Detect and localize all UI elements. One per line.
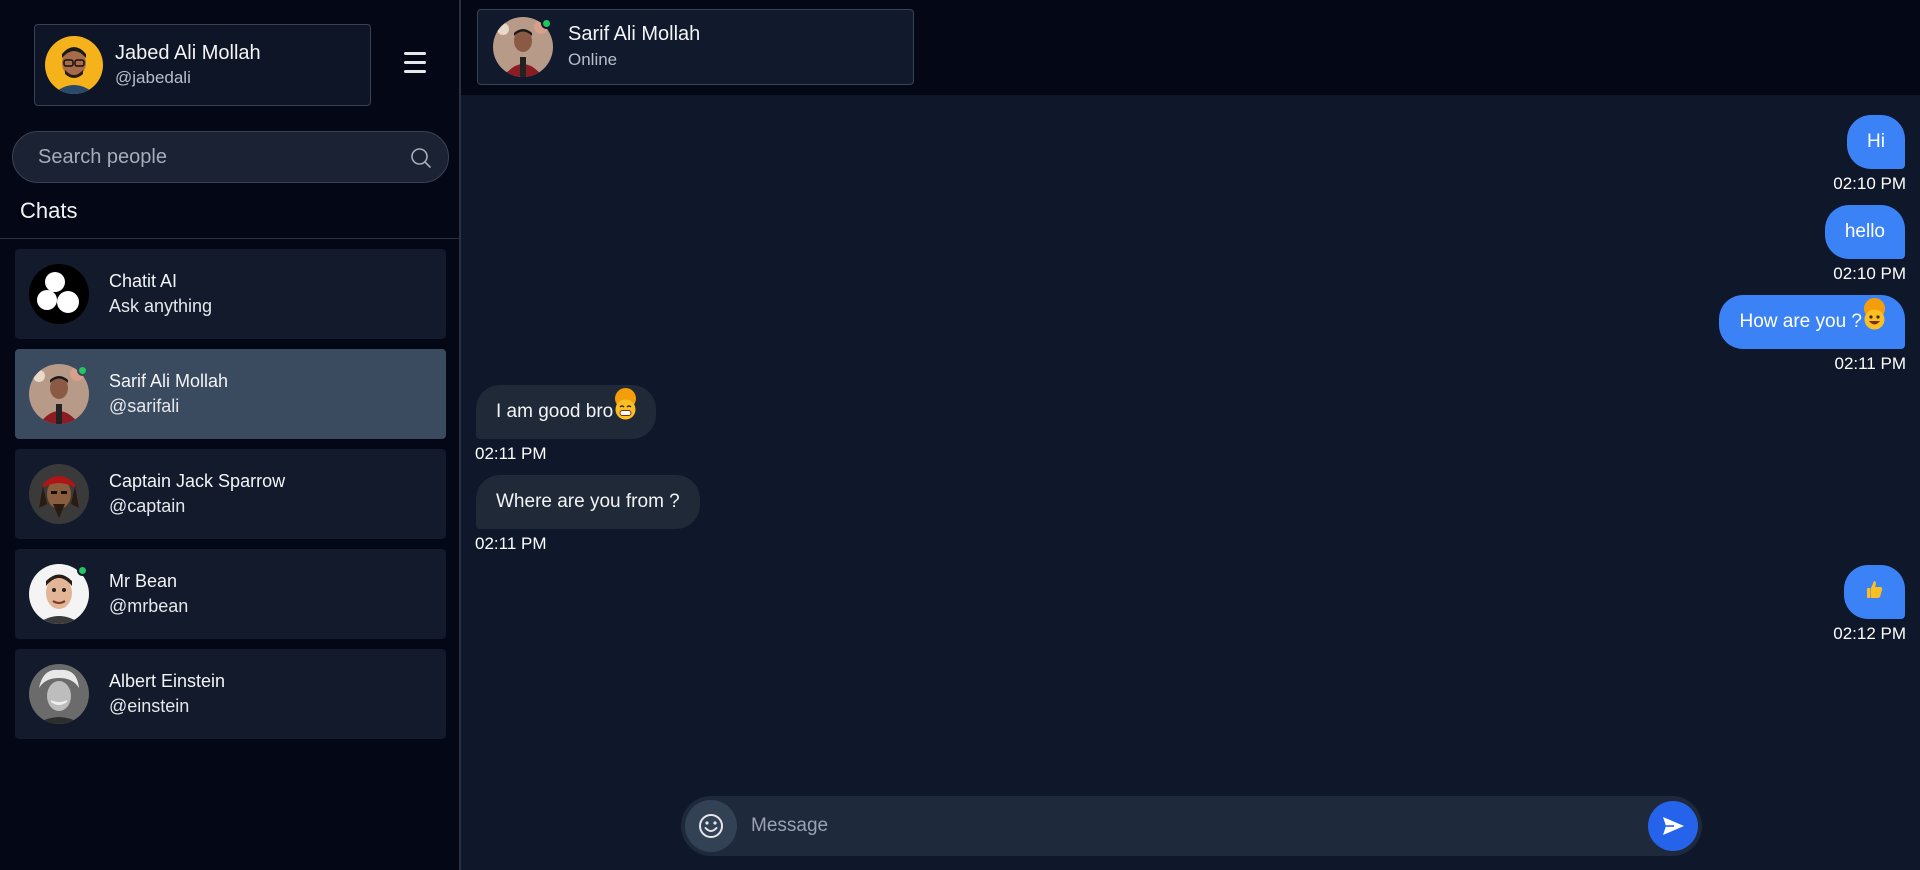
chat-subtitle: @mrbean [109,596,189,616]
grin-face-emoji-icon [615,388,637,420]
search-input[interactable] [38,145,398,169]
chat-name: Chatit AI [109,271,178,291]
online-indicator [541,18,552,29]
message-time: 02:12 PM [1833,624,1906,643]
search-bar [12,131,449,183]
message-outgoing: 02:12 PM [1833,565,1906,645]
user-profile-card[interactable]: Jabed Ali Mollah @jabedali [34,24,371,106]
message-bubble[interactable]: I am good bro [476,385,657,439]
chat-subtitle: @sarifali [109,396,180,416]
grinning-face-emoji-icon [1864,298,1885,330]
chat-name: Captain Jack Sparrow [109,471,286,491]
message-time: 02:11 PM [1834,354,1906,373]
send-icon[interactable] [1648,801,1698,851]
message-bubble[interactable]: How are you ? [1719,295,1905,349]
chat-name: Albert Einstein [109,671,226,691]
conversation-header: Sarif Ali Mollah Online [461,0,1920,95]
hamburger-menu-icon[interactable] [402,52,428,74]
message-outgoing: hello 02:10 PM [1824,205,1906,285]
message-bubble[interactable]: Where are you from ? [476,475,700,529]
thumbs-up-emoji-icon [1864,568,1885,622]
chat-item-sarif-ali-mollah[interactable]: Sarif Ali Mollah @sarifali [15,349,446,439]
chat-subtitle: @einstein [109,696,190,716]
contact-name: Sarif Ali Mollah [568,23,701,45]
chat-item-captain-jack-sparrow[interactable]: Captain Jack Sparrow @captain [15,449,446,539]
message-time: 02:11 PM [475,444,547,463]
message-time: 02:10 PM [1833,174,1906,193]
conversation-panel: Sarif Ali Mollah Online Hi 02:10 PM hell… [461,0,1920,870]
chats-heading: Chats [20,198,78,223]
user-name: Jabed Ali Mollah [115,42,261,64]
chat-item-mr-bean[interactable]: Mr Bean @mrbean [15,549,446,639]
message-composer [681,796,1702,856]
chat-subtitle: Ask anything [109,296,213,316]
online-indicator [77,365,88,376]
contact-card[interactable]: Sarif Ali Mollah Online [477,9,914,85]
message-outgoing: How are you ? 02:11 PM [1719,295,1906,375]
chat-item-chatit-ai[interactable]: Chatit AI Ask anything [15,249,446,339]
chat-list: Chatit AI Ask anything Sarif Ali Mollah … [15,249,446,749]
user-handle: @jabedali [115,68,191,87]
chat-subtitle: @captain [109,496,186,516]
avatar [29,664,89,724]
sidebar: Jabed Ali Mollah @jabedali Chats [0,0,461,870]
message-incoming: I am good bro 02:11 PM [475,385,657,465]
chat-name: Sarif Ali Mollah [109,371,229,391]
user-avatar [45,36,103,94]
message-bubble[interactable]: hello [1824,205,1905,259]
contact-status: Online [568,50,618,69]
message-outgoing: Hi 02:10 PM [1833,115,1906,195]
online-indicator [77,565,88,576]
message-input[interactable] [751,815,1648,837]
chatit-ai-logo-icon [29,264,89,324]
avatar [29,464,89,524]
message-bubble[interactable]: Hi [1847,115,1905,169]
message-bubble[interactable] [1844,565,1905,619]
search-icon[interactable] [410,147,432,174]
message-time: 02:11 PM [475,534,547,553]
message-list: Hi 02:10 PM hello 02:10 PM How are you ?… [461,95,1920,785]
emoji-picker-icon[interactable] [685,800,737,852]
message-time: 02:10 PM [1833,264,1906,283]
message-incoming: Where are you from ? 02:11 PM [475,475,700,555]
chat-name: Mr Bean [109,571,178,591]
divider [0,238,459,239]
chat-app: Jabed Ali Mollah @jabedali Chats [0,0,1920,870]
chat-item-albert-einstein[interactable]: Albert Einstein @einstein [15,649,446,739]
